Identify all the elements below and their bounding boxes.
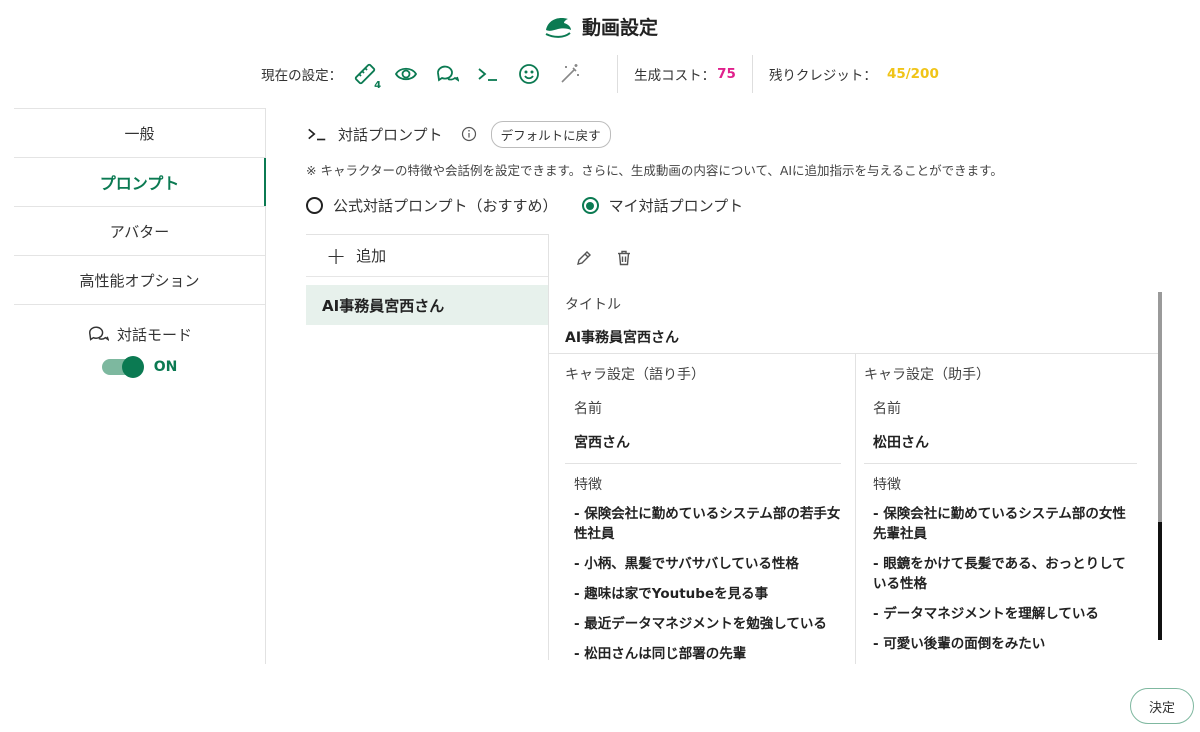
cost-value: 75 <box>717 66 736 82</box>
assistant-trait: - 保険会社に勤めているシステム部の女性先輩社員 <box>873 506 1126 542</box>
assistant-trait: - 眼鏡をかけて長髪である、おっとりしている性格 <box>873 556 1126 592</box>
detail-scrollbar[interactable] <box>1158 292 1162 640</box>
add-prompt-button[interactable]: + 追加 <box>306 235 548 277</box>
title-value: AI事務員宮西さん <box>565 330 680 346</box>
assistant-name-label: 名前 <box>873 401 901 417</box>
chat-icon[interactable] <box>434 61 460 87</box>
dialogue-mode-label: 対話モード <box>116 325 192 344</box>
header-title-row: 動画設定 <box>0 10 1200 42</box>
narrator-column: キャラ設定（語り手） 名前 宮西さん 特徴 - 保険会社に勤めているシステム部の… <box>549 354 855 664</box>
assistant-header: キャラ設定（助手） <box>864 367 990 383</box>
sidebar-item-general[interactable]: 一般 <box>14 108 265 157</box>
chat-icon <box>89 326 109 341</box>
assistant-trait: - データマネジメントを理解している <box>873 606 1099 622</box>
current-settings-label: 現在の設定： <box>261 68 343 84</box>
ruler-icon[interactable]: 4 <box>352 61 381 91</box>
narrator-trait: - 小柄、黒髪でサバサバしている性格 <box>574 556 799 572</box>
dialogue-mode-toggle[interactable] <box>101 356 144 378</box>
section-header: 対話プロンプト デフォルトに戻す <box>306 120 1176 148</box>
narrator-trait: - 最近データマネジメントを勉強している <box>574 616 827 632</box>
sidebar: 一般 プロンプト アバター 高性能オプション 対話モード ON <box>14 108 266 664</box>
scrollbar-thumb[interactable] <box>1158 522 1162 640</box>
section-title: 対話プロンプト <box>338 125 443 144</box>
current-settings-bar: 現在の設定： 4 生成コスト： 75 残りクレジット： 45/200 <box>0 55 1200 93</box>
ruler-badge: 4 <box>374 80 382 91</box>
pencil-icon[interactable] <box>575 249 593 267</box>
narrator-name-value: 宮西さん <box>565 432 841 464</box>
sidebar-item-avatar[interactable]: アバター <box>14 206 265 255</box>
narrator-trait: - 保険会社に勤めているシステム部の若手女性社員 <box>574 506 841 542</box>
page-title: 動画設定 <box>581 16 658 39</box>
assistant-name-value: 松田さん <box>864 432 1137 464</box>
title-field: タイトル AI事務員宮西さん <box>549 294 1161 354</box>
narrator-trait: - 趣味は家でYoutubeを見る事 <box>574 586 769 602</box>
radio-official-prompt[interactable] <box>306 197 323 214</box>
sidebar-divider <box>14 304 265 305</box>
main-content: 対話プロンプト デフォルトに戻す ※ キャラクターの特徴や会話例を設定できます。… <box>306 120 1176 216</box>
magic-wand-icon[interactable] <box>557 61 583 87</box>
settings-icons: 4 <box>352 61 601 91</box>
status-divider <box>751 55 753 93</box>
prompt-list-panel: + 追加 AI事務員宮西さん <box>306 234 549 660</box>
eye-icon[interactable] <box>393 61 419 87</box>
assistant-traits-label: 特徴 <box>873 477 901 493</box>
sidebar-item-advanced-options[interactable]: 高性能オプション <box>14 255 265 304</box>
trash-icon[interactable] <box>615 249 633 267</box>
radio-my-label[interactable]: マイ対話プロンプト <box>609 195 744 216</box>
radio-official-label[interactable]: 公式対話プロンプト（おすすめ） <box>333 195 558 216</box>
detail-body: タイトル AI事務員宮西さん キャラ設定（語り手） 名前 宮西さん 特徴 - 保… <box>549 292 1161 664</box>
terminal-icon <box>308 128 326 141</box>
narrator-trait: - 松田さんは同じ部署の先輩 <box>574 646 747 662</box>
prompt-note: ※ キャラクターの特徴や会話例を設定できます。さらに、生成動画の内容について、A… <box>306 163 1003 178</box>
prompt-list-item[interactable]: AI事務員宮西さん <box>306 285 548 325</box>
terminal-icon[interactable] <box>475 61 501 87</box>
prompt-type-radio-group: 公式対話プロンプト（おすすめ） マイ対話プロンプト <box>306 195 1176 216</box>
dolphin-logo-icon <box>545 18 571 38</box>
dialogue-mode-row: 対話モード <box>14 323 265 345</box>
toggle-knob <box>121 356 144 378</box>
narrator-header: キャラ設定（語り手） <box>565 367 705 383</box>
prompt-detail-panel: タイトル AI事務員宮西さん キャラ設定（語り手） 名前 宮西さん 特徴 - 保… <box>549 234 1169 664</box>
assistant-trait: - 可愛い後輩の面倒をみたい <box>873 636 1046 652</box>
status-divider <box>617 55 619 93</box>
plus-icon: + <box>326 241 347 270</box>
credit-label: 残りクレジット： <box>768 68 877 84</box>
title-label: タイトル <box>565 297 621 313</box>
narrator-name-label: 名前 <box>574 401 602 417</box>
assistant-column: キャラ設定（助手） 名前 松田さん 特徴 - 保険会社に勤めているシステム部の女… <box>855 354 1151 664</box>
dialogue-mode-toggle-row: ON <box>14 356 265 378</box>
info-icon[interactable] <box>461 126 477 142</box>
credit-value: 45/200 <box>886 66 939 82</box>
toggle-state-label: ON <box>153 359 178 375</box>
sidebar-item-prompt[interactable]: プロンプト <box>14 157 266 206</box>
reset-default-button[interactable]: デフォルトに戻す <box>490 120 611 148</box>
narrator-traits-label: 特徴 <box>574 477 602 493</box>
smile-icon[interactable] <box>516 61 542 87</box>
character-settings: キャラ設定（語り手） 名前 宮西さん 特徴 - 保険会社に勤めているシステム部の… <box>549 354 1161 664</box>
add-prompt-label: 追加 <box>356 247 387 265</box>
detail-toolbar <box>549 234 1169 282</box>
cost-label: 生成コスト： <box>634 68 716 84</box>
done-button[interactable]: 決定 <box>1130 688 1194 724</box>
radio-my-prompt[interactable] <box>581 197 599 214</box>
